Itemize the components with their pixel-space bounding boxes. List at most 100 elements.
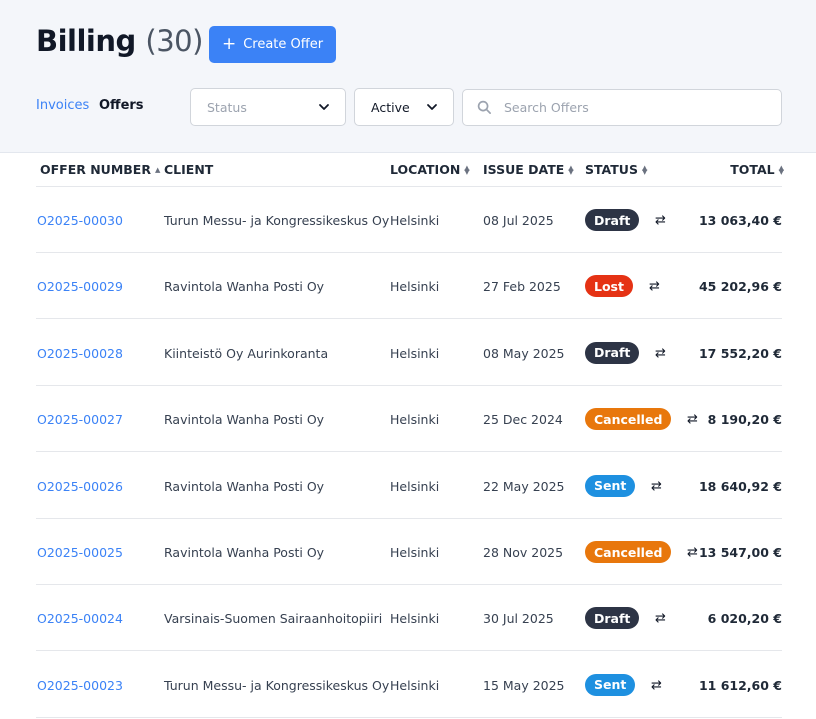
total-amount: 11 612,60 € (698, 677, 782, 693)
status-badge: Sent (585, 673, 636, 696)
column-header-offer-number[interactable]: OFFER NUMBER ▲ (40, 162, 160, 177)
column-header-status[interactable]: STATUS ▲ ▼ (585, 162, 647, 177)
issue-date: 22 May 2025 (483, 478, 565, 494)
offer-number-link[interactable]: O2025-00027 (37, 412, 123, 427)
search-icon (477, 100, 491, 114)
offer-number-header-label: OFFER NUMBER (40, 162, 151, 177)
client-header-label: CLIENT (164, 162, 214, 177)
page-title: Billing (30) (36, 24, 203, 58)
offer-number-link[interactable]: O2025-00026 (37, 479, 123, 494)
total-amount: 13 547,00 € (698, 545, 782, 560)
status-badge: Cancelled (585, 408, 672, 431)
client-name: Kiinteistö Oy Aurinkoranta (164, 345, 329, 361)
chevron-down-icon (319, 104, 329, 110)
table-row: O2025-00025 Ravintola Wanha Posti Oy Helsi… (36, 519, 782, 585)
client-name: Turun Messu- ja Kongressikeskus Oy (164, 213, 390, 228)
sort-icon: ▲ ▼ (568, 163, 574, 176)
column-header-issue-date[interactable]: ISSUE DATE ▲ ▼ (483, 162, 574, 177)
table-row: O2025-00024 Varsinais-Suomen Sairaanhoito… (36, 585, 782, 652)
offer-number-link[interactable]: O2025-00025 (37, 545, 123, 560)
status-badge: Draft (585, 341, 640, 364)
page-header: Billing (30) + Create Offer Invoices Off… (0, 0, 816, 153)
client-name: Turun Messu- ja Kongressikeskus Oy (164, 677, 390, 693)
tab-invoices[interactable]: Invoices (36, 98, 89, 113)
search-box (462, 89, 782, 126)
location: Helsinki (390, 545, 440, 560)
table-row: O2025-00029 Ravintola Wanha Posti Oy Helsi… (36, 253, 782, 320)
location-header-label: LOCATION (390, 162, 461, 177)
table-row: O2025-00027 Ravintola Wanha Posti Oy Helsi… (36, 386, 782, 453)
issue-date: 08 May 2025 (483, 345, 565, 361)
chevron-down-icon (427, 104, 437, 110)
change-status-icon[interactable]: ⇄ (651, 678, 662, 693)
offer-number-link[interactable]: O2025-00029 (37, 279, 123, 294)
change-status-icon[interactable]: ⇄ (649, 279, 660, 294)
status-header-label: STATUS (585, 162, 638, 177)
table-row: O2025-00030 Turun Messu- ja Kongressikesk… (36, 187, 782, 253)
offer-count: (30) (145, 24, 203, 58)
status-filter-select[interactable]: Status (190, 88, 346, 126)
table-row: O2025-00023 Turun Messu- ja Kongressikesk… (36, 652, 782, 718)
sort-asc-icon: ▲ (154, 165, 161, 174)
location: Helsinki (390, 677, 440, 693)
location: Helsinki (390, 611, 440, 627)
client-name: Ravintola Wanha Posti Oy (164, 478, 325, 494)
change-status-icon[interactable]: ⇄ (651, 479, 662, 494)
client-name: Varsinais-Suomen Sairaanhoitopiiri (164, 611, 383, 627)
create-offer-label: Create Offer (243, 37, 324, 52)
issue-date: 28 Nov 2025 (483, 545, 564, 560)
sort-icon: ▲ ▼ (778, 163, 784, 176)
issue-date-header-label: ISSUE DATE (483, 162, 565, 177)
sort-icon: ▲ ▼ (464, 163, 470, 176)
table-row: O2025-00028 Kiinteistö Oy Aurinkoranta Hel… (36, 320, 782, 386)
change-status-icon[interactable]: ⇄ (687, 412, 698, 427)
page-title-text: Billing (36, 24, 136, 58)
location: Helsinki (390, 412, 440, 428)
active-filter-select[interactable]: Active (354, 88, 454, 126)
table-row: O2025-00026 Ravintola Wanha Posti Oy Helsi… (36, 453, 782, 519)
column-header-total[interactable]: TOTAL ▲ ▼ (730, 162, 784, 177)
status-filter-placeholder: Status (207, 99, 247, 115)
status-badge: Lost (585, 275, 633, 298)
total-amount: 45 202,96 € (698, 279, 782, 295)
change-status-icon[interactable]: ⇄ (687, 545, 698, 560)
offer-number-link[interactable]: O2025-00030 (37, 213, 123, 228)
status-badge: Cancelled (585, 541, 672, 563)
offer-number-link[interactable]: O2025-00023 (37, 678, 123, 693)
sort-icon: ▲ ▼ (641, 163, 648, 176)
location: Helsinki (390, 478, 440, 494)
change-status-icon[interactable]: ⇄ (655, 611, 666, 626)
issue-date: 15 May 2025 (483, 677, 565, 693)
location: Helsinki (390, 345, 440, 361)
offer-number-link[interactable]: O2025-00024 (37, 611, 123, 626)
issue-date: 25 Dec 2024 (483, 412, 563, 428)
column-header-client: CLIENT (164, 162, 213, 177)
create-offer-button[interactable]: + Create Offer (209, 26, 336, 63)
client-name: Ravintola Wanha Posti Oy (164, 545, 325, 560)
location: Helsinki (390, 279, 440, 295)
change-status-icon[interactable]: ⇄ (655, 346, 666, 361)
client-name: Ravintola Wanha Posti Oy (164, 279, 325, 295)
tab-offers[interactable]: Offers (99, 98, 144, 113)
total-amount: 8 190,20 € (707, 412, 782, 428)
status-badge: Sent (585, 474, 636, 497)
column-header-location[interactable]: LOCATION ▲ ▼ (390, 162, 470, 177)
issue-date: 30 Jul 2025 (483, 611, 554, 627)
status-badge: Draft (585, 607, 640, 630)
issue-date: 08 Jul 2025 (483, 213, 554, 228)
active-filter-value: Active (371, 99, 410, 115)
offer-number-link[interactable]: O2025-00028 (37, 346, 123, 361)
search-input[interactable] (504, 100, 774, 115)
total-amount: 6 020,20 € (707, 611, 782, 627)
table-header: OFFER NUMBER ▲ CLIENT LOCATION ▲ ▼ ISSUE … (36, 153, 784, 187)
total-amount: 18 640,92 € (698, 478, 782, 494)
total-amount: 17 552,20 € (698, 345, 782, 361)
total-amount: 13 063,40 € (698, 213, 782, 228)
change-status-icon[interactable]: ⇄ (655, 213, 666, 228)
plus-icon: + (221, 34, 237, 54)
client-name: Ravintola Wanha Posti Oy (164, 412, 325, 428)
issue-date: 27 Feb 2025 (483, 279, 561, 295)
total-header-label: TOTAL (730, 162, 775, 177)
status-badge: Draft (585, 209, 640, 231)
location: Helsinki (390, 213, 440, 228)
